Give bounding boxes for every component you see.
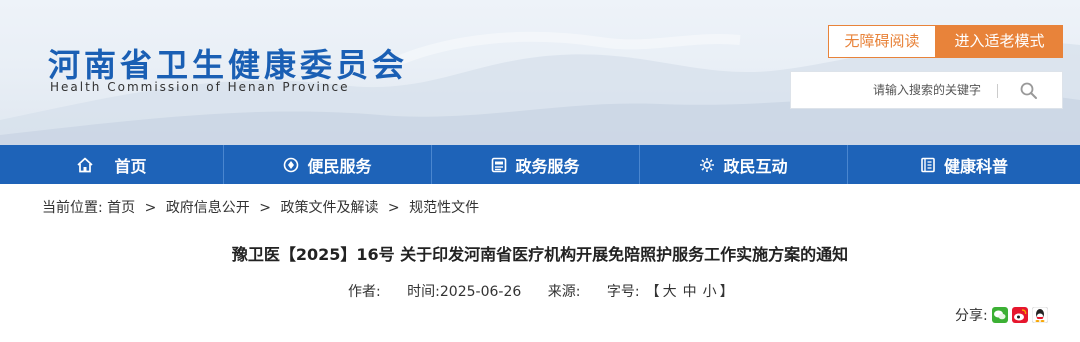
time-label: 时间:: [407, 284, 440, 300]
breadcrumb-link-policy[interactable]: 政策文件及解读: [280, 200, 378, 216]
font-size-control: 字号: 【大中小】: [607, 284, 734, 300]
nav-item-interaction[interactable]: 政民互动: [640, 145, 848, 184]
publish-time: 时间:2025-06-26: [407, 284, 521, 300]
main-nav: 首页 便民服务 政务服务 政民互动 健康科普: [0, 145, 1080, 184]
accessible-reading-button[interactable]: 无障碍阅读: [828, 25, 936, 58]
wechat-icon[interactable]: [991, 307, 1008, 323]
nav-item-label: 健康科普: [943, 156, 1008, 176]
breadcrumb-link-normative[interactable]: 规范性文件: [409, 200, 479, 216]
breadcrumb-separator: >: [259, 200, 271, 216]
font-size-large-button[interactable]: 大: [663, 284, 677, 300]
article-title: 豫卫医【2025】16号 关于印发河南省医疗机构开展免陪照护服务工作实施方案的通…: [231, 245, 849, 264]
weibo-icon[interactable]: [1011, 307, 1028, 323]
search-icon[interactable]: [1019, 81, 1039, 101]
author-label: 作者:: [348, 284, 381, 300]
font-size-medium-button[interactable]: 中: [683, 284, 697, 300]
service-icon: [284, 157, 299, 172]
nav-item-health[interactable]: 健康科普: [848, 145, 1080, 184]
breadcrumb-separator: >: [144, 200, 157, 216]
nav-item-affairs[interactable]: 政务服务: [432, 145, 640, 184]
nav-item-home[interactable]: 首页: [0, 145, 224, 184]
font-size-bracket-open: 【: [645, 284, 660, 300]
font-size-label: 字号:: [606, 284, 640, 300]
qq-icon[interactable]: [1031, 307, 1048, 323]
nav-item-label: 政务服务: [515, 156, 580, 176]
affairs-icon: [492, 157, 507, 172]
home-icon: [77, 157, 94, 172]
breadcrumb-separator: >: [387, 200, 400, 216]
nav-item-service[interactable]: 便民服务: [224, 145, 432, 184]
elder-mode-button[interactable]: 进入适老模式: [936, 25, 1063, 58]
font-size-small-button[interactable]: 小: [703, 284, 717, 300]
interaction-icon: [700, 157, 715, 172]
search-divider: [997, 84, 998, 98]
nav-item-label: 便民服务: [307, 156, 372, 176]
nav-item-label: 首页: [114, 156, 147, 176]
source-label: 来源:: [547, 284, 581, 300]
article-meta: 作者: 时间:2025-06-26 来源: 字号: 【大中小】: [348, 281, 756, 301]
share-label: 分享:: [955, 308, 988, 324]
search-box: [790, 71, 1063, 109]
breadcrumb-link-gov-info[interactable]: 政府信息公开: [166, 200, 250, 216]
breadcrumb-prefix: 当前位置:: [42, 200, 103, 216]
breadcrumb: 当前位置: 首页 > 政府信息公开 > 政策文件及解读 > 规范性文件: [42, 197, 479, 217]
search-input[interactable]: [791, 72, 991, 108]
book-icon: [921, 157, 935, 172]
time-value: 2025-06-26: [439, 284, 522, 300]
nav-item-label: 政民互动: [723, 156, 788, 176]
breadcrumb-link-home[interactable]: 首页: [107, 200, 135, 216]
site-logo-subtitle: Health Commission of Henan Province: [50, 80, 350, 94]
share-bar: 分享:: [955, 305, 1048, 325]
header-banner: 河南省卫生健康委员会 Health Commission of Henan Pr…: [0, 0, 1080, 145]
font-size-bracket-close: 】: [719, 284, 734, 300]
